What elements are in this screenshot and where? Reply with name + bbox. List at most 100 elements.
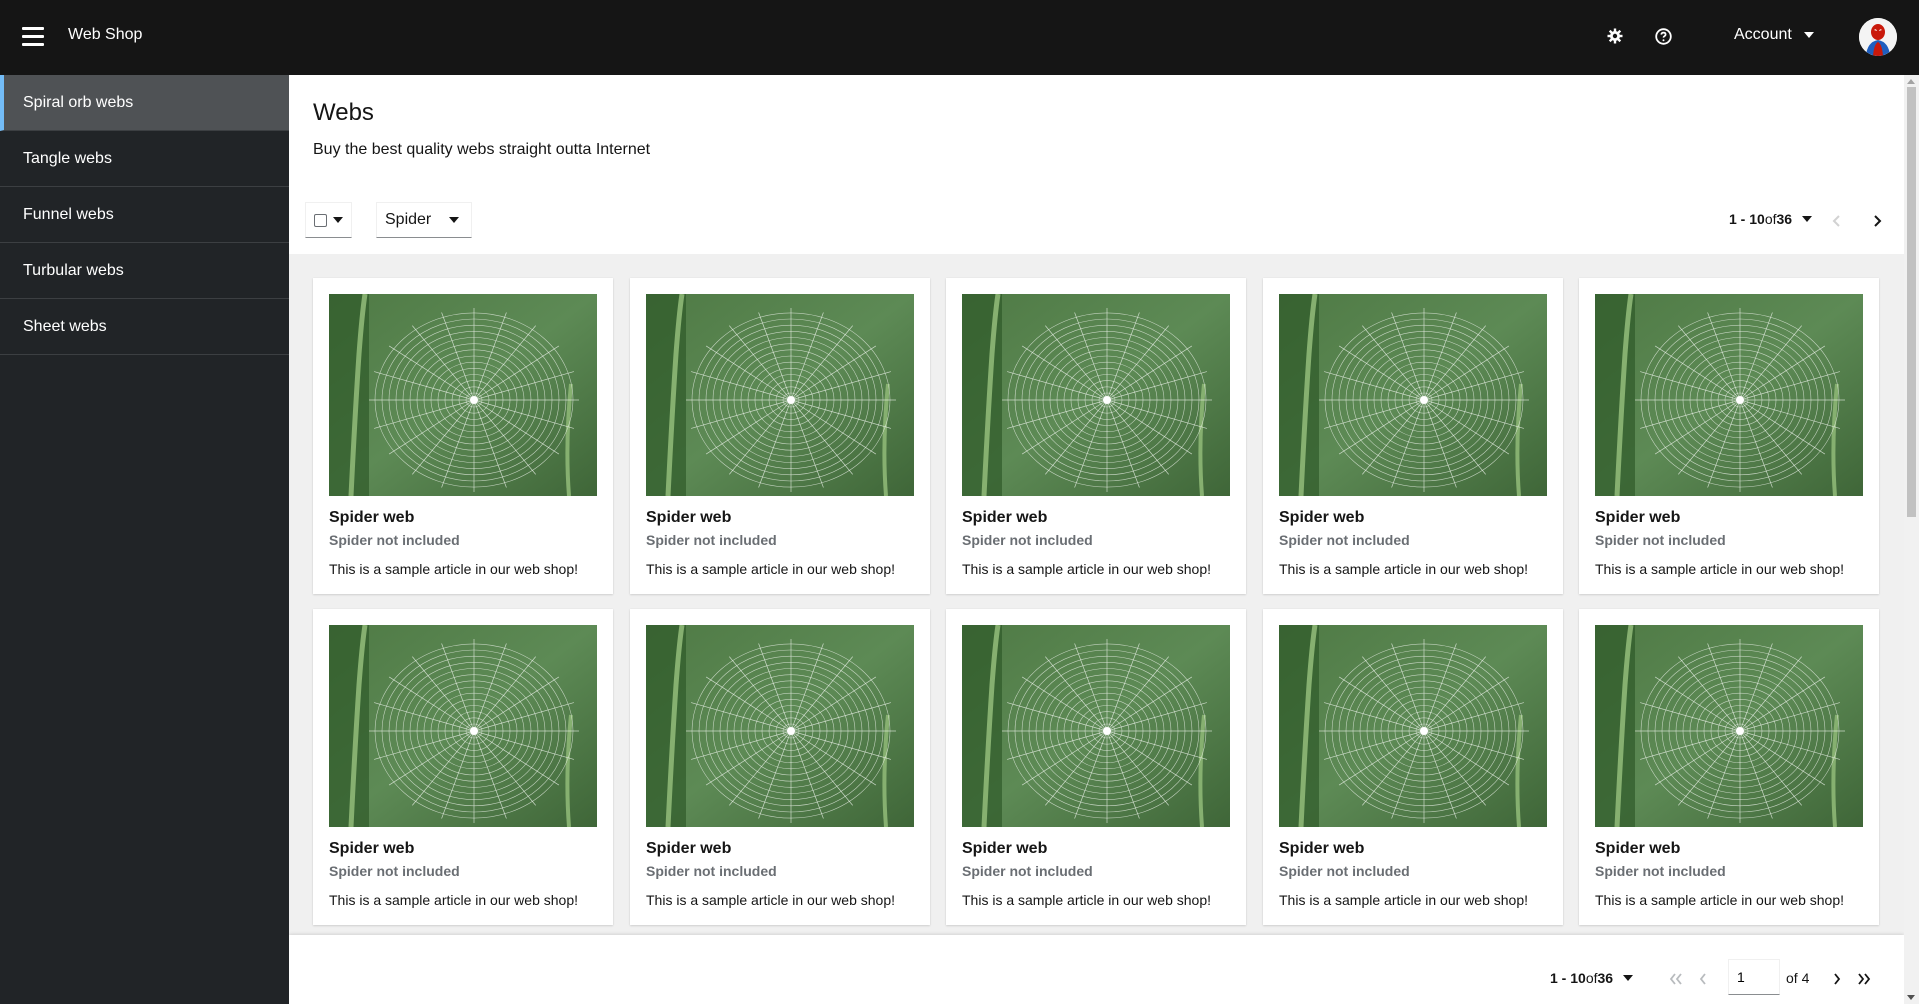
card-body: This is a sample article in our web shop… [1595,892,1844,908]
page-scrollbar[interactable] [1904,75,1919,1004]
previous-page-button[interactable] [1693,969,1713,989]
product-image [329,294,597,496]
bottom-pagination: 1 - 10of36 of 4 [289,935,1904,1004]
card-subtitle: Spider not included [646,532,777,548]
spider-web-image [646,294,914,496]
product-card[interactable]: Spider web Spider not included This is a s… [1579,609,1879,925]
product-image [1279,294,1547,496]
card-subtitle: Spider not included [1595,532,1726,548]
product-image [329,625,597,827]
card-body: This is a sample article in our web shop… [962,561,1211,577]
product-image [962,625,1230,827]
masthead: Web Shop Account [0,0,1919,75]
bottom-pagination-options-toggle[interactable]: 1 - 10of36 [1550,970,1634,986]
card-title: Spider web [329,840,415,857]
pagination-options-toggle[interactable]: 1 - 10of36 [1729,211,1813,227]
angle-right-icon [1834,973,1841,985]
scroll-up-arrow[interactable] [1907,79,1915,84]
scroll-thumb[interactable] [1907,87,1916,517]
main-content: Webs Buy the best quality webs straight … [289,75,1904,1004]
card-title: Spider web [962,840,1048,857]
sidebar-item-sheet-webs[interactable]: Sheet webs [0,299,289,355]
product-card[interactable]: Spider web Spider not included This is a s… [630,278,930,594]
current-page-input[interactable] [1728,959,1780,995]
pagination-total: 36 [1597,970,1614,986]
next-page-button[interactable] [1865,209,1889,233]
product-card[interactable]: Spider web Spider not included This is a s… [313,609,613,925]
spider-web-image [329,625,597,827]
caret-down-icon [1803,32,1814,38]
card-subtitle: Spider not included [329,863,460,879]
card-subtitle: Spider not included [1279,863,1410,879]
double-angle-right-icon [1858,973,1871,985]
product-image [1279,625,1547,827]
next-page-button[interactable] [1827,969,1847,989]
filter-select[interactable]: Spider [376,202,472,238]
page-title: Webs [313,99,374,126]
card-body: This is a sample article in our web shop… [1279,892,1528,908]
spider-web-image [1279,625,1547,827]
sidebar-item-label: Turbular webs [23,261,124,279]
angle-right-icon [1874,215,1882,227]
product-card[interactable]: Spider web Spider not included This is a s… [1263,278,1563,594]
card-subtitle: Spider not included [962,863,1093,879]
last-page-button[interactable] [1854,969,1874,989]
sidebar-item-funnel-webs[interactable]: Funnel webs [0,187,289,243]
product-card[interactable]: Spider web Spider not included This is a s… [946,609,1246,925]
product-card[interactable]: Spider web Spider not included This is a s… [1579,278,1879,594]
caret-down-icon [1802,216,1813,222]
pagination-range: 1 - 10 [1729,211,1765,227]
product-card[interactable]: Spider web Spider not included This is a s… [1263,609,1563,925]
sidebar-item-label: Spiral orb webs [23,93,134,111]
card-title: Spider web [646,509,732,526]
scroll-down-arrow[interactable] [1907,995,1915,1000]
spider-web-image [1279,294,1547,496]
previous-page-button[interactable] [1825,209,1849,233]
page-description: Buy the best quality webs straight outta… [313,141,651,158]
card-body: This is a sample article in our web shop… [962,892,1211,908]
product-image [1595,625,1863,827]
account-dropdown[interactable]: Account [1734,26,1814,44]
help-icon[interactable] [1651,24,1675,48]
sidebar-item-label: Funnel webs [23,205,114,223]
card-subtitle: Spider not included [329,532,460,548]
card-body: This is a sample article in our web shop… [329,892,578,908]
brand-title[interactable]: Web Shop [68,26,142,44]
card-body: This is a sample article in our web shop… [329,561,578,577]
pagination-range: 1 - 10 [1550,970,1586,986]
avatar[interactable] [1859,18,1897,56]
card-title: Spider web [1279,840,1365,857]
card-title: Spider web [329,509,415,526]
spider-web-image [329,294,597,496]
pagination-of: of [1764,211,1777,227]
card-title: Spider web [646,840,732,857]
card-subtitle: Spider not included [1279,532,1410,548]
spider-web-image [1595,294,1863,496]
angle-left-icon [1832,215,1840,227]
card-body: This is a sample article in our web shop… [1279,561,1528,577]
product-image [646,294,914,496]
account-label: Account [1734,26,1792,43]
pagination-total: 36 [1776,211,1793,227]
product-card[interactable]: Spider web Spider not included This is a s… [946,278,1246,594]
sidebar-item-label: Sheet webs [23,317,107,335]
hamburger-icon[interactable] [22,27,44,47]
sidebar-item-spiral-orb-webs[interactable]: Spiral orb webs [0,75,289,131]
first-page-button[interactable] [1666,969,1686,989]
sidebar-item-turbular-webs[interactable]: Turbular webs [0,243,289,299]
sidebar-item-label: Tangle webs [23,149,112,167]
total-pages: of 4 [1786,970,1810,986]
caret-down-icon [333,217,343,223]
angle-left-icon [1699,973,1706,985]
double-angle-left-icon [1669,973,1682,985]
caret-down-icon [449,217,460,223]
caret-down-icon [1623,975,1634,981]
bulk-select-checkbox[interactable] [314,213,327,227]
product-image [1595,294,1863,496]
bulk-select-dropdown[interactable] [305,202,352,238]
sidebar-item-tangle-webs[interactable]: Tangle webs [0,131,289,187]
product-card[interactable]: Spider web Spider not included This is a s… [630,609,930,925]
product-card[interactable]: Spider web Spider not included This is a s… [313,278,613,594]
gear-icon[interactable] [1603,24,1627,48]
filter-select-value: Spider [385,211,432,228]
